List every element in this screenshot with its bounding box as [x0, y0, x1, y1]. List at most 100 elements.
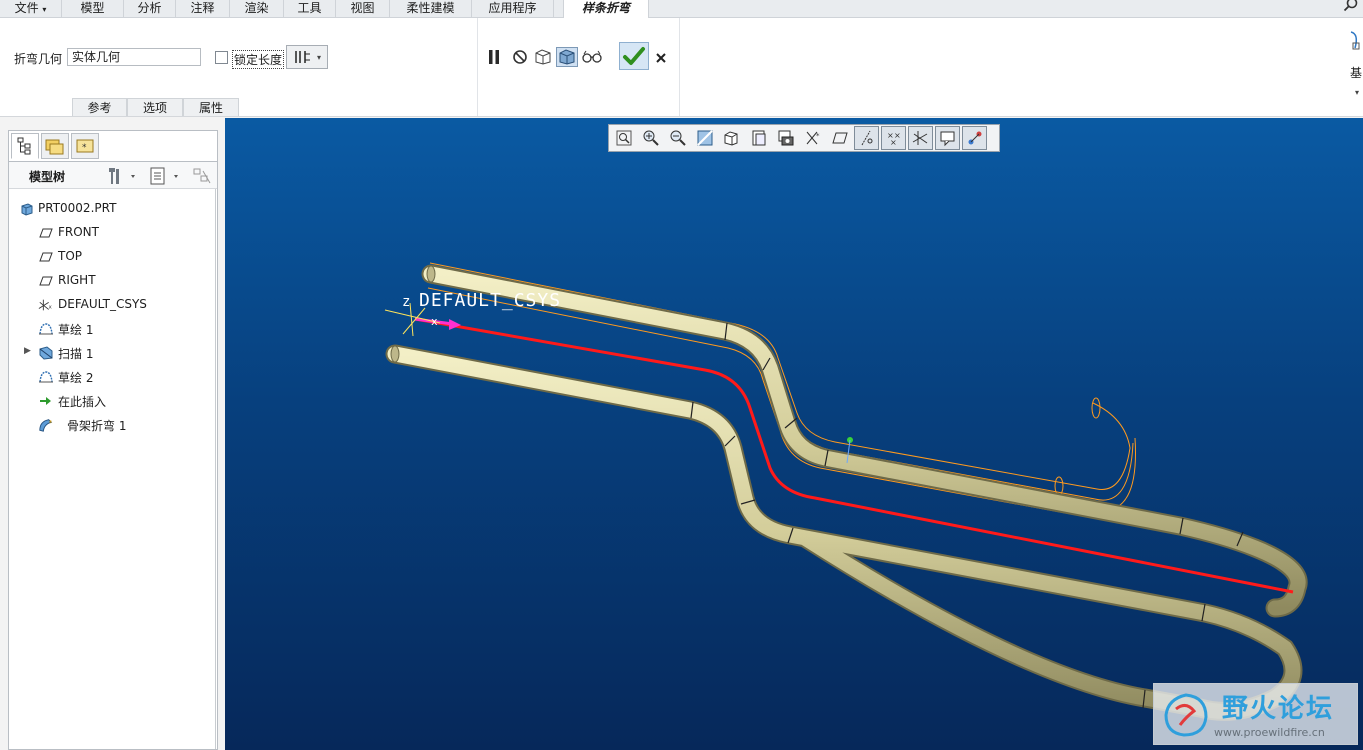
annotation-display-button[interactable]	[935, 126, 960, 150]
menu-flexible-modeling-label: 柔性建模	[406, 1, 455, 15]
plane-display-button[interactable]	[827, 126, 852, 150]
preview-button[interactable]	[532, 47, 554, 67]
tree-item-sketch-1[interactable]: 草绘 1	[9, 319, 217, 339]
view-manager-button[interactable]	[773, 126, 798, 150]
menu-analysis-label: 分析	[137, 1, 162, 15]
length-method-icon	[295, 51, 310, 63]
glasses-preview-button[interactable]	[581, 47, 603, 67]
subtab-references-label: 参考	[87, 101, 112, 115]
ok-button[interactable]	[619, 42, 649, 70]
csys-display-button[interactable]	[908, 126, 933, 150]
menu-tools-label: 工具	[297, 1, 322, 15]
chevron-down-icon: ▾	[316, 52, 321, 62]
verify-mode-icon	[559, 49, 575, 65]
menu-bar: 文件 ▾ 模型 分析 注释 渲染 工具 视图 柔性建模 应用程序 样条折弯	[0, 0, 1363, 18]
axis-display-button[interactable]	[854, 126, 879, 150]
tab-favorites[interactable]: *	[71, 133, 99, 159]
no-preview-button[interactable]	[510, 47, 530, 67]
search-icon[interactable]	[1343, 0, 1359, 13]
preview-icon	[535, 49, 551, 65]
tree-scrollbar[interactable]	[215, 189, 216, 749]
tree-item-label: PRT0002.PRT	[38, 201, 117, 215]
tree-item-spinal-bend-1[interactable]: * 骨架折弯 1	[9, 415, 217, 435]
menu-file-label: 文件	[14, 1, 39, 15]
tree-item-label: 草绘 1	[58, 323, 94, 337]
length-method-dropdown[interactable]: ▾	[286, 45, 328, 69]
menu-render-label: 渲染	[244, 1, 269, 15]
filter-icon[interactable]	[191, 166, 213, 186]
menu-model[interactable]: 模型	[62, 0, 124, 17]
tree-item-front[interactable]: FRONT	[9, 223, 217, 243]
zoom-in-button[interactable]	[638, 126, 663, 150]
datum-icon[interactable]	[1345, 28, 1361, 50]
refit-button[interactable]	[611, 126, 636, 150]
tree-item-sweep-1[interactable]: ▶ 扫描 1	[9, 343, 217, 363]
datum-display-button[interactable]: *	[800, 126, 825, 150]
settings-tools-icon[interactable]	[105, 166, 139, 186]
tab-folder-browser[interactable]	[41, 133, 69, 159]
tree-item-top[interactable]: TOP	[9, 247, 217, 267]
ribbon-separator	[477, 18, 478, 116]
menu-file[interactable]: 文件 ▾	[0, 0, 62, 17]
axis-display-icon	[861, 130, 872, 146]
tree-item-label: 扫描 1	[58, 347, 94, 361]
svg-text:x: x	[49, 305, 52, 311]
tree-item-label: 在此插入	[58, 395, 107, 409]
tree-item-part[interactable]: PRT0002.PRT	[9, 199, 217, 219]
pause-button[interactable]	[485, 47, 503, 67]
menu-render[interactable]: 渲染	[230, 0, 284, 17]
tree-item-right[interactable]: RIGHT	[9, 271, 217, 291]
no-preview-icon	[513, 50, 527, 64]
datum-plane-icon	[38, 250, 54, 264]
menu-applications-label: 应用程序	[488, 1, 537, 15]
folder-icon	[45, 139, 64, 155]
subtab-options[interactable]: 选项	[127, 98, 183, 116]
zoom-out-button[interactable]	[665, 126, 690, 150]
plane-display-icon	[831, 132, 848, 144]
model-tree-icon	[17, 137, 31, 155]
chevron-down-icon[interactable]: ▾	[1355, 88, 1359, 97]
svg-text:×: ×	[890, 138, 897, 147]
point-display-button[interactable]: × × ×	[881, 126, 906, 150]
cancel-button[interactable]	[652, 48, 670, 68]
spin-center-icon	[968, 131, 981, 145]
tree-item-insert-here[interactable]: 在此插入	[9, 391, 217, 411]
menu-annotate[interactable]: 注释	[176, 0, 230, 17]
spinal-bend-icon: *	[38, 418, 54, 432]
close-icon	[656, 53, 666, 63]
graphics-viewport[interactable]: z DEFAULT_CSYS x * × × × 野火论坛 www.proewild…	[225, 118, 1363, 750]
ribbon-panel: 折弯几何 实体几何 锁定长度 ▾ 参考 选项 属性 基 ▾	[0, 18, 1363, 117]
spin-center-button[interactable]	[962, 126, 987, 150]
navigator-panel: * 模型树 PRT0002.PRT FRONT TOP RIGHT x DEFA…	[8, 130, 218, 750]
saved-views-button[interactable]	[746, 126, 771, 150]
display-style-button[interactable]	[719, 126, 744, 150]
repaint-button[interactable]	[692, 126, 717, 150]
model-tree-title: 模型树	[29, 170, 66, 184]
show-options-icon[interactable]	[149, 166, 185, 186]
lock-length-checkbox[interactable]	[215, 51, 228, 64]
menu-tools[interactable]: 工具	[284, 0, 336, 17]
menu-flexible-modeling[interactable]: 柔性建模	[390, 0, 472, 17]
bend-geometry-field[interactable]: 实体几何	[67, 48, 201, 66]
expand-arrow-icon[interactable]: ▶	[24, 346, 31, 356]
pause-icon	[489, 50, 499, 64]
menu-view[interactable]: 视图	[336, 0, 390, 17]
sketch-icon	[38, 322, 54, 336]
subtab-references[interactable]: 参考	[72, 98, 127, 116]
datum-plane-icon	[38, 274, 54, 288]
menu-analysis[interactable]: 分析	[124, 0, 176, 17]
datum-plane-icon	[38, 226, 54, 240]
tab-spinal-bend[interactable]: 样条折弯	[563, 0, 649, 18]
tab-spinal-bend-label: 样条折弯	[581, 1, 630, 15]
tree-item-label: RIGHT	[58, 273, 96, 287]
tab-model-tree[interactable]	[11, 133, 39, 159]
glasses-icon	[582, 50, 602, 63]
csys-name-label: DEFAULT_CSYS	[419, 290, 562, 311]
tree-item-default-csys[interactable]: x DEFAULT_CSYS	[9, 295, 217, 315]
menu-annotate-label: 注释	[190, 1, 215, 15]
svg-text:*: *	[816, 132, 820, 140]
tree-item-sketch-2[interactable]: 草绘 2	[9, 367, 217, 387]
verify-mode-button[interactable]	[556, 47, 578, 67]
subtab-properties[interactable]: 属性	[183, 98, 239, 116]
menu-applications[interactable]: 应用程序	[472, 0, 554, 17]
